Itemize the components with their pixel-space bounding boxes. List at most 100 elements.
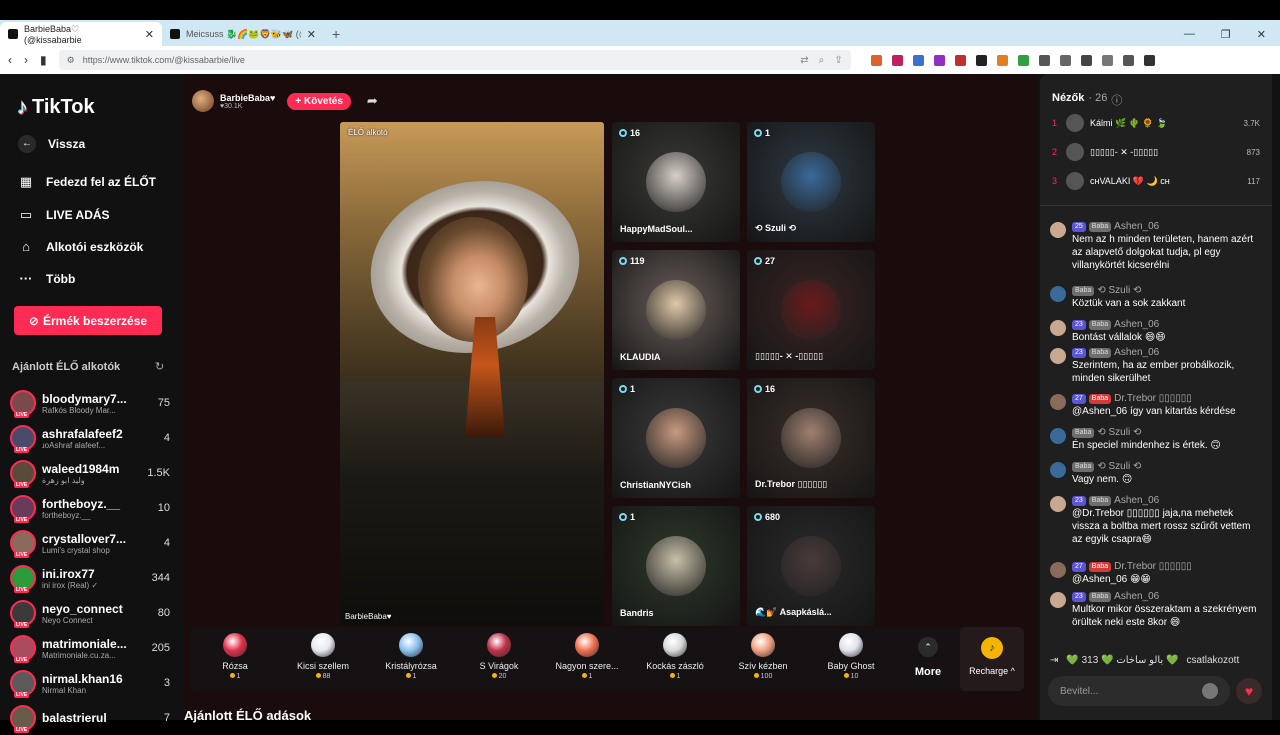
chat-message[interactable]: Baba ⟲ Szuli ⟲ Köztük van a sok zakkant (1050, 284, 1258, 310)
viewers-header[interactable]: Nézők · 26 ⓘ (1052, 92, 1122, 108)
menu-icon[interactable] (1143, 54, 1155, 66)
extension-icon[interactable] (933, 54, 945, 66)
chat-text: @Ashen_06 így van kitartás kérdése (1072, 406, 1236, 417)
music-icon[interactable] (1059, 54, 1071, 66)
share-icon[interactable]: ➦ (367, 93, 378, 109)
follow-button[interactable]: + Követés (287, 92, 351, 110)
creator-name: nirmal.khan16 (42, 671, 123, 686)
creator-item[interactable]: LIVE bloodymary7... Rafkós Bloody Mar... 75 (10, 386, 170, 420)
gift-item[interactable]: Kicsi szellem 88 (278, 633, 368, 680)
chat-message[interactable]: Baba ⟲ Szuli ⟲ Én speciel mindenhez is ért… (1050, 426, 1258, 452)
browser-tab-active[interactable]: BarbieBaba♡ (@kissabarbie ✕ (0, 22, 162, 46)
tiktok-logo[interactable]: ♪ TikTok (17, 94, 95, 120)
extension-icon[interactable] (954, 54, 966, 66)
creator-item[interactable]: LIVE fortheboyz.__ fortheboyz.__ 10 (10, 491, 170, 525)
top-viewer-row[interactable]: 2 ▯▯▯▯▯- ✕ -▯▯▯▯▯ 873 (1052, 141, 1260, 163)
guest-tile[interactable]: 680 🌊💅 Asapkáslá... (747, 506, 875, 626)
minimize-icon[interactable]: — (1184, 28, 1195, 41)
browser-tab-inactive[interactable]: Meicsuss 🐉🌈🐸🦁🐝🦋 (@m ✕ (162, 22, 324, 46)
level-badge: 27 (1072, 561, 1086, 572)
zoom-icon[interactable]: ⌕ (819, 55, 825, 66)
bookmark-icon[interactable]: ▮ (40, 53, 47, 67)
nav-live-studio[interactable]: ▭ LIVE ADÁS (18, 207, 110, 223)
top-viewer-row[interactable]: 3 ᴄʜVALAKI 💔 🌙 ᴄʜ 117 (1052, 170, 1260, 192)
close-window-icon[interactable]: ✕ (1257, 28, 1266, 41)
back-arrow-icon[interactable]: ‹ (8, 53, 12, 67)
live-badge: LIVE (14, 727, 30, 733)
creator-item[interactable]: LIVE ini.irox77 ini irox (Real) ✓ 344 (10, 561, 170, 595)
nav-more[interactable]: ··· Több (18, 271, 76, 286)
creator-item[interactable]: LIVE neyo_connect Neyo Connect 80 (10, 596, 170, 630)
gift-item[interactable]: Kockás zászló 1 (630, 633, 720, 680)
extension-icon[interactable] (891, 54, 903, 66)
gift-item[interactable]: Baby Ghost 10 (806, 633, 896, 680)
info-icon[interactable]: ⓘ (1111, 92, 1122, 108)
creator-item[interactable]: LIVE waleed1984m وليد ابو زهرة 1.5K (10, 456, 170, 490)
creator-viewer-count: 3 (163, 677, 170, 689)
refresh-icon[interactable]: ↻ (155, 360, 164, 373)
translate-icon[interactable]: ⇄ (800, 55, 808, 66)
chat-message[interactable]: 23 Baba Ashen_06 Szerintem, ha az ember pro… (1050, 346, 1258, 385)
chat-input[interactable]: Bevitel... (1048, 676, 1230, 706)
gift-item[interactable]: Nagyon szere... 1 (542, 633, 632, 680)
recharge-button[interactable]: ♪ Recharge ^ (960, 627, 1024, 691)
guest-tile[interactable]: 1 ⟲ Szuli ⟲ (747, 122, 875, 242)
creator-item[interactable]: LIVE ashrafalafeef2 ɹoAshraf alafeef... 4 (10, 421, 170, 455)
share-page-icon[interactable]: ⇪ (834, 55, 842, 66)
extension-icon[interactable] (1038, 54, 1050, 66)
emoji-icon[interactable] (1202, 683, 1218, 699)
guest-tile[interactable]: 119 KLAUDIA (612, 250, 740, 370)
brave-shield-icon[interactable] (870, 54, 882, 66)
gift-item[interactable]: S Virágok 20 (454, 633, 544, 680)
get-coins-button[interactable]: ⊘ Érmék beszerzése (14, 306, 162, 335)
creator-item[interactable]: LIVE nirmal.khan16 Nirmal Khan 3 (10, 666, 170, 700)
restore-icon[interactable]: ❐ (1221, 28, 1231, 41)
chat-message[interactable]: 25 Baba Ashen_06 Nem az h minden területen,… (1050, 220, 1258, 272)
chat-message[interactable]: 27 Baba Dr.Trebor ▯▯▯▯▯▯ @Ashen_06 így van … (1050, 392, 1258, 418)
guest-tile[interactable]: 16 Dr.Trebor ▯▯▯▯▯▯ (747, 378, 875, 498)
chat-message[interactable]: 23 Baba Ashen_06 Multkor mikor összeraktam … (1050, 590, 1258, 629)
downloads-icon[interactable] (1122, 54, 1134, 66)
creator-item[interactable]: LIVE balastrierul 7 (10, 701, 170, 735)
top-viewer-row[interactable]: 1 Kálmi 🌿 🌵 🌻 🍃 3.7K (1052, 112, 1260, 134)
guest-tile[interactable]: 27 ▯▯▯▯▯- ✕ -▯▯▯▯▯ (747, 250, 875, 370)
gift-item[interactable]: Kristályrózsa 1 (366, 633, 456, 680)
creator-item[interactable]: LIVE matrimoniale... Matrimoniale.cu.za...… (10, 631, 170, 665)
gift-label: Kristályrózsa (385, 661, 437, 671)
address-bar[interactable]: ⚙ https://www.tiktok.com/@kissabarbie/li… (58, 50, 851, 70)
chat-username: ⟲ Szuli ⟲ (1097, 285, 1142, 296)
host-avatar[interactable] (192, 90, 214, 112)
site-settings-icon[interactable]: ⚙ (67, 55, 75, 66)
heart-icon[interactable]: ♥ (1236, 678, 1262, 704)
main-video[interactable]: ÉLŐ alkotó BarbieBaba♥ (340, 122, 604, 625)
chat-message[interactable]: 23 Baba Ashen_06 @Dr.Trebor ▯▯▯▯▯▯ jaja,na … (1050, 494, 1258, 546)
divider (1040, 205, 1272, 206)
guest-tile[interactable]: 16 HappyMadSoul... (612, 122, 740, 242)
guest-tile[interactable]: 1 ChristianNYCish (612, 378, 740, 498)
more-gifts-button[interactable]: ⌃ More (908, 637, 948, 678)
host-info[interactable]: BarbieBaba♥ ♥30.1K (220, 93, 275, 110)
new-tab-icon[interactable]: + (332, 26, 340, 42)
forward-arrow-icon[interactable]: › (24, 53, 28, 67)
chat-message[interactable]: 23 Baba Ashen_06 Bontást vállalok 😄😄 (1050, 318, 1258, 344)
gift-item[interactable]: Rózsa 1 (190, 633, 280, 680)
chat-text: Köztük van a sok zakkant (1072, 298, 1186, 309)
creator-item[interactable]: LIVE crystallover7... Lumi's crystal shop 4 (10, 526, 170, 560)
nav-creator-tools[interactable]: ⌂ Alkotói eszközök (18, 239, 143, 254)
nav-explore-live[interactable]: ▦ Fedezd fel az ÉLŐT (18, 174, 156, 190)
extension-icon[interactable] (912, 54, 924, 66)
extension-icon[interactable] (975, 54, 987, 66)
chat-text: @Ashen_06 😁😁 (1072, 574, 1151, 585)
chat-message[interactable]: Baba ⟲ Szuli ⟲ Vagy nem. 🙃 (1050, 460, 1258, 486)
gift-item[interactable]: Szív kézben 100 (718, 633, 808, 680)
chat-message[interactable]: 27 Baba Dr.Trebor ▯▯▯▯▯▯ @Ashen_06 😁😁 (1050, 560, 1258, 586)
extension-icon[interactable] (1017, 54, 1029, 66)
guest-tile[interactable]: 1 Bandris (612, 506, 740, 626)
close-tab-icon[interactable]: ✕ (307, 28, 316, 41)
close-tab-icon[interactable]: ✕ (145, 28, 154, 41)
sidebar-toggle-icon[interactable] (1080, 54, 1092, 66)
wallet-icon[interactable] (1101, 54, 1113, 66)
creator-avatar: LIVE (10, 600, 36, 628)
back-button[interactable]: ← Vissza (18, 135, 85, 153)
extension-icon[interactable] (996, 54, 1008, 66)
